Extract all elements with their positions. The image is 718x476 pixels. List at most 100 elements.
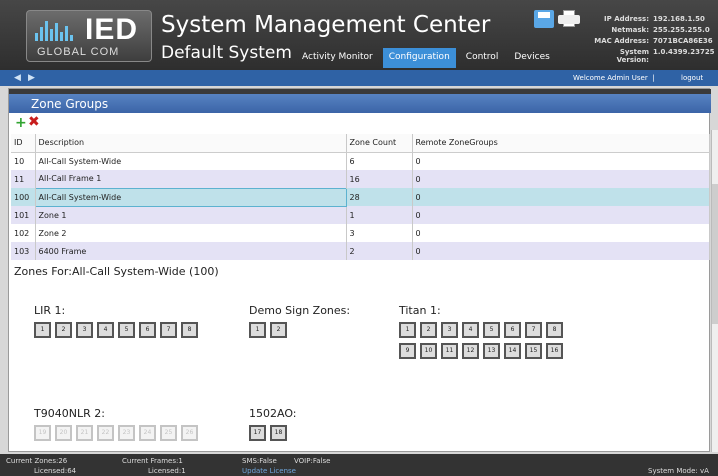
zone-button[interactable]: 3 [441,322,458,338]
zone-button[interactable]: 4 [97,322,114,338]
zone-button[interactable]: 25 [160,425,177,441]
zone-button[interactable]: 2 [270,322,287,338]
zone-group-label: 1502AO: [249,407,297,420]
zone-button[interactable]: 1 [34,322,51,338]
ied-logo: IED GLOBAL COM [26,10,152,62]
cell-remote: 0 [412,206,710,224]
zone-button[interactable]: 26 [181,425,198,441]
zone-row: 12345678 [34,322,198,338]
zone-button[interactable]: 19 [34,425,51,441]
zone-button[interactable]: 18 [270,425,287,441]
zone-button[interactable]: 2 [55,322,72,338]
table-row[interactable]: 101 Zone 110 [11,206,710,224]
zone-button[interactable]: 1 [249,322,266,338]
zones-for-heading: Zones For:All-Call System-Wide (100) [14,265,219,278]
ip-label: IP Address: [604,15,649,23]
cell-remote: 0 [412,170,710,188]
save-icon[interactable] [534,10,554,28]
table-row-selected[interactable]: 100 All-Call System-Wide 28 0 [11,187,710,207]
zone-button[interactable]: 8 [181,322,198,338]
zone-button[interactable]: 12 [462,343,479,359]
zone-button[interactable]: 11 [441,343,458,359]
tab-configuration[interactable]: Configuration [382,48,456,68]
zone-button[interactable]: 14 [504,343,521,359]
zone-row: 19 20 21 22 23 24 25 26 [34,425,198,441]
cell-zone-count: 16 [346,170,413,188]
delete-icon[interactable]: ✖ [28,114,40,130]
table-row[interactable]: 103 6400 Frame 2 0 [11,242,710,260]
cell-description: All-Call System-Wide [35,152,347,170]
zone-group-label: Titan 1: [399,304,441,317]
zone-button[interactable]: 16 [546,343,563,359]
zone-group-label: T9040NLR 2: [34,407,105,420]
zone-button[interactable]: 10 [420,343,437,359]
zones-for-value: All-Call System-Wide (100) [71,265,219,278]
current-zones: Current Zones:26 [6,457,68,465]
zone-button[interactable]: 6 [504,322,521,338]
col-remote-zonegroups[interactable]: Remote ZoneGroups [412,134,710,153]
zone-group-label: Demo Sign Zones: [249,304,351,317]
cell-id: 101 [11,206,36,224]
zone-row: 17 18 [249,425,287,441]
print-icon[interactable] [558,10,580,28]
cell-remote: 0 [412,152,710,170]
col-zone-count[interactable]: Zone Count [346,134,413,153]
cell-id: 102 [11,224,36,242]
cell-remote: 0 [412,242,710,260]
zone-button[interactable]: 7 [160,322,177,338]
cell-zone-count: 1 [346,206,413,224]
main-nav: Activity Monitor Configuration Control D… [296,48,556,68]
zone-button[interactable]: 6 [139,322,156,338]
zone-groups-table: ID Description Zone Count Remote ZoneGro… [11,134,710,260]
current-frames: Current Frames:1 [122,457,183,465]
ip-value: 192.168.1.50 [653,15,705,23]
scrollbar-thumb[interactable] [712,184,718,324]
table-row[interactable]: 102 Zone 230 [11,224,710,242]
app-title: System Management Center [161,12,491,38]
zone-button[interactable]: 1 [399,322,416,338]
add-icon[interactable]: + [15,115,27,131]
logout-link[interactable]: logout [681,74,703,82]
zone-button[interactable]: 2 [420,322,437,338]
update-license-link[interactable]: Update License [242,467,296,475]
zone-button[interactable]: 8 [546,322,563,338]
zone-button[interactable]: 22 [97,425,114,441]
col-id[interactable]: ID [11,134,36,153]
status-footer: Current Zones:26 Licensed:64 Current Fra… [0,454,718,476]
netmask-label: Netmask: [611,26,649,34]
forward-arrow-icon[interactable]: ▶ [28,73,35,83]
zone-button[interactable]: 13 [483,343,500,359]
mac-value: 7071BCA86E36 [653,37,713,45]
cell-id: 11 [11,170,36,188]
zone-button[interactable]: 15 [525,343,542,359]
zone-button[interactable]: 21 [76,425,93,441]
zone-button[interactable]: 7 [525,322,542,338]
cell-zone-count: 2 [346,242,413,260]
zone-group-label: LIR 1: [34,304,66,317]
tab-devices[interactable]: Devices [508,48,555,68]
system-info: IP Address: 192.168.1.50 Netmask: 255.255.… [586,15,714,64]
panel-header: Zone Groups [9,89,711,113]
cell-description: Zone 2 [35,224,347,242]
cell-description: 6400 Frame [35,242,347,260]
app-header: IED GLOBAL COM System Management Center … [0,0,718,70]
table-row[interactable]: 11 All-Call Frame 1 16 0 [11,170,710,188]
zone-button[interactable]: 24 [139,425,156,441]
zone-button[interactable]: 5 [483,322,500,338]
tab-activity-monitor[interactable]: Activity Monitor [296,48,379,68]
cell-id: 100 [11,188,36,206]
zone-button[interactable]: 4 [462,322,479,338]
zone-button[interactable]: 3 [76,322,93,338]
voip-status: VOIP:False [294,457,331,465]
cell-id: 10 [11,152,36,170]
zone-button[interactable]: 20 [55,425,72,441]
zone-button[interactable]: 9 [399,343,416,359]
zone-button[interactable]: 5 [118,322,135,338]
back-arrow-icon[interactable]: ◀ [14,73,21,83]
tab-control[interactable]: Control [460,48,505,68]
logo-subtitle: GLOBAL COM [37,46,120,58]
table-row[interactable]: 10 All-Call System-Wide 6 0 [11,152,710,170]
col-description[interactable]: Description [35,134,347,153]
zone-button[interactable]: 23 [118,425,135,441]
zone-button[interactable]: 17 [249,425,266,441]
